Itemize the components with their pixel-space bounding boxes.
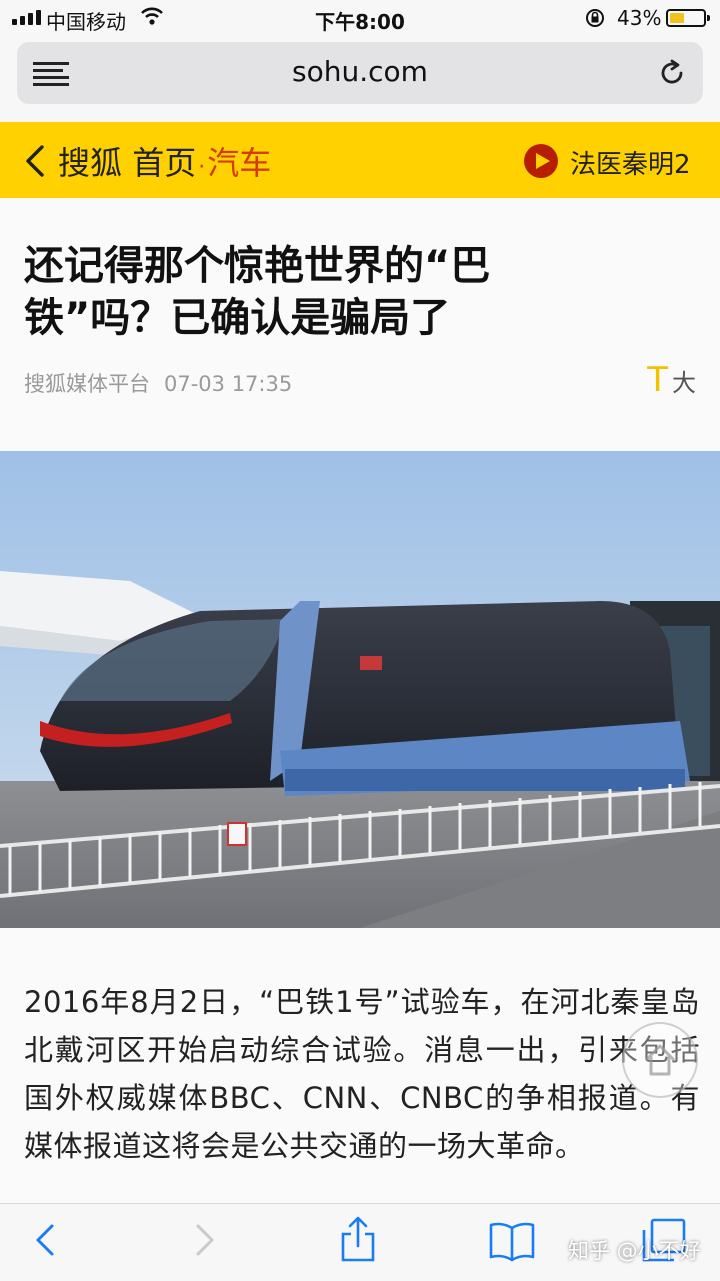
address-bar[interactable]: sohu.com	[17, 42, 703, 104]
home-link[interactable]: 首页	[132, 144, 196, 182]
url-text[interactable]: sohu.com	[17, 55, 703, 88]
article-photo	[0, 451, 720, 928]
font-size-toggle[interactable]: T大	[647, 360, 696, 400]
battery-icon	[666, 9, 710, 27]
article-body: 2016年8月2日，“巴铁1号”试验车，在河北秦皇岛北戴河区开始启动综合试验。消…	[24, 985, 700, 1163]
brand-link[interactable]: 搜狐	[58, 144, 122, 182]
article-source[interactable]: 搜狐媒体平台	[24, 372, 150, 396]
reload-icon[interactable]	[657, 58, 687, 92]
status-bar: 中国移动 下午8:00 43%	[0, 0, 720, 36]
forward-icon[interactable]	[192, 1220, 218, 1264]
article-date: 07-03 17:35	[164, 372, 293, 396]
category-link[interactable]: 汽车	[207, 144, 271, 182]
article-title: 还记得那个惊艳世界的“巴铁”吗？已确认是骗局了	[24, 243, 491, 341]
back-icon[interactable]	[32, 1220, 58, 1264]
font-size-label: 大	[672, 369, 696, 397]
breadcrumb-separator: ·	[198, 155, 206, 180]
article: 还记得那个惊艳世界的“巴铁”吗？已确认是骗局了 搜狐媒体平台 07-03 17:3…	[0, 198, 720, 1208]
rotation-lock-icon	[584, 7, 606, 33]
floating-home-button[interactable]	[622, 1022, 698, 1098]
article-meta: 搜狐媒体平台 07-03 17:35	[24, 368, 292, 398]
battery-percent: 43%	[617, 6, 662, 30]
promo-link[interactable]: 法医秦明2	[570, 144, 691, 181]
font-size-icon: T	[647, 360, 668, 400]
clock: 下午8:00	[315, 10, 405, 34]
site-header: 搜狐 首页·汽车 法医秦明2	[0, 122, 720, 198]
breadcrumb: 搜狐 首页·汽车	[58, 138, 271, 184]
bookmarks-icon[interactable]	[488, 1220, 536, 1266]
play-icon[interactable]	[524, 144, 558, 178]
watermark: 知乎 @小不好	[568, 1239, 701, 1263]
share-icon[interactable]	[338, 1214, 378, 1268]
browser-chrome: sohu.com	[0, 36, 720, 120]
back-arrow-icon[interactable]	[24, 144, 46, 182]
home-icon	[644, 1044, 676, 1076]
